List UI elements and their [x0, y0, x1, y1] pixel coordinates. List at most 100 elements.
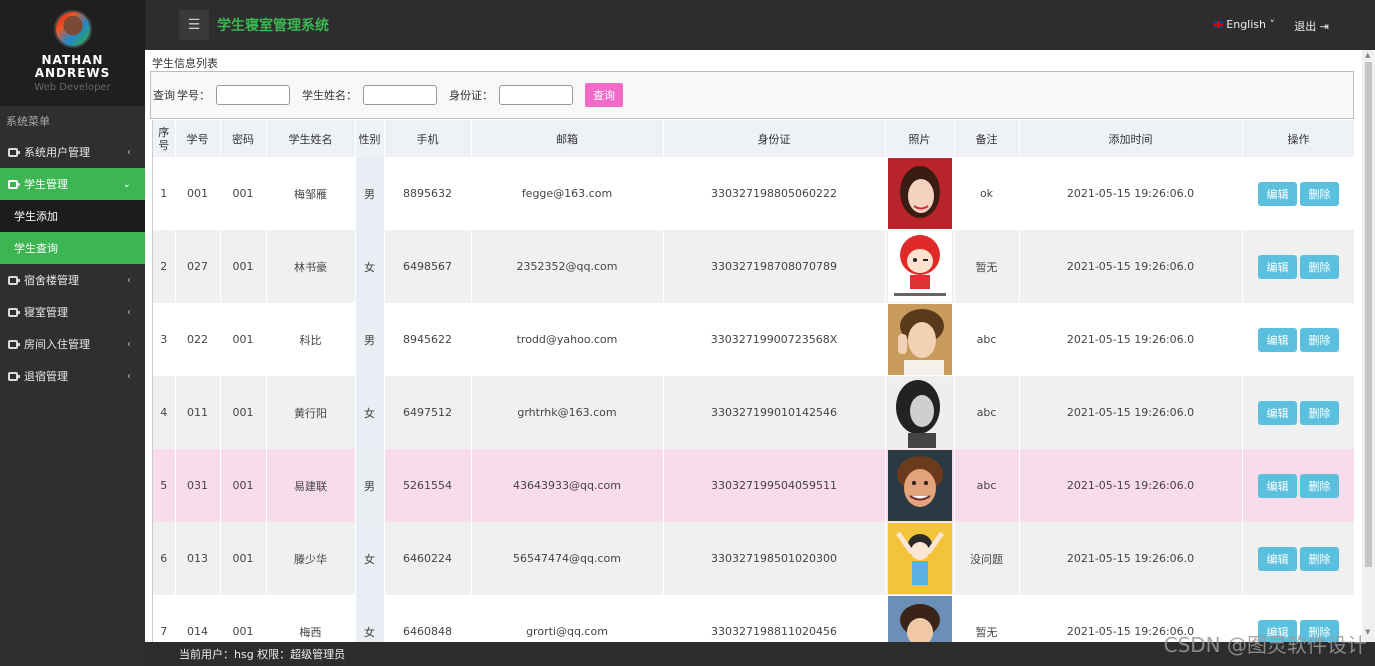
sidebar-item-label: 房间入住管理: [24, 338, 90, 351]
table-row[interactable]: 3 022 001 科比男 8945622 trodd@yahoo.com 33032719…: [153, 303, 1354, 376]
cell-gender: 女: [355, 522, 385, 595]
cell-gender: 女: [355, 376, 385, 449]
sidebar-subitem-label: 学生查询: [14, 242, 58, 255]
delete-button[interactable]: 删除: [1300, 546, 1339, 571]
cell-seq: 4: [153, 376, 176, 449]
cell-email: grorti@qq.com: [471, 595, 664, 642]
sidebar-item-building-management[interactable]: 宿舍楼管理 ‹: [0, 264, 145, 296]
cell-note: 没问题: [954, 522, 1020, 595]
id-card-input[interactable]: [499, 85, 573, 105]
delete-button[interactable]: 删除: [1300, 181, 1339, 206]
page-title: 学生信息列表: [152, 57, 218, 70]
column-header-email[interactable]: 邮箱: [471, 120, 664, 157]
cell-id-card: 330327199504059511: [663, 449, 886, 522]
profile-name-last: ANDREWS: [34, 66, 111, 80]
cell-phone: 8945622: [384, 303, 472, 376]
table-row[interactable]: 2 027 001 林书豪女 6498567 2352352@qq.com 33032719…: [153, 230, 1354, 303]
cell-email: trodd@yahoo.com: [471, 303, 664, 376]
logout-link[interactable]: 退出 ⇥: [1294, 18, 1329, 34]
column-header-student-id[interactable]: 学号: [175, 120, 221, 157]
search-button[interactable]: 查询: [585, 83, 623, 107]
student-name-label: 学生姓名：: [302, 89, 357, 102]
scrollbar-thumb[interactable]: [1365, 62, 1372, 567]
cell-name: 科比: [266, 303, 356, 376]
sidebar-item-checkout-management[interactable]: 退宿管理 ‹: [0, 360, 145, 392]
cell-added-time: 2021-05-15 19:26:06.0: [1019, 522, 1243, 595]
delete-button[interactable]: 删除: [1300, 400, 1339, 425]
cell-name: 林书豪: [266, 230, 356, 303]
student-table: 序号 学号 密码 学生姓名 性别 手机 邮箱 身份证 照片 备注 添加时间 操作…: [153, 120, 1354, 642]
column-header-actions[interactable]: 操作: [1242, 120, 1354, 157]
cell-phone: 6498567: [384, 230, 472, 303]
language-selector[interactable]: English ˅: [1213, 18, 1275, 31]
column-header-id-card[interactable]: 身份证: [663, 120, 886, 157]
cell-actions: 编辑 删除: [1242, 449, 1354, 522]
table-row[interactable]: 1 001 001 梅邹雁男 8895632 fegge@163.com 330327198…: [153, 157, 1354, 230]
window-icon: [8, 371, 20, 381]
edit-button[interactable]: 编辑: [1258, 327, 1297, 352]
chevron-left-icon: ‹: [127, 338, 131, 350]
table-row[interactable]: 4 011 001 黄行阳女 6497512 grhtrhk@163.com 3303271…: [153, 376, 1354, 449]
delete-button[interactable]: 删除: [1300, 327, 1339, 352]
column-header-photo[interactable]: 照片: [885, 120, 955, 157]
cell-password: 001: [220, 522, 267, 595]
table-header-row: 序号 学号 密码 学生姓名 性别 手机 邮箱 身份证 照片 备注 添加时间 操作: [153, 120, 1354, 157]
edit-button[interactable]: 编辑: [1258, 473, 1297, 498]
search-panel: 查询 学号： 学生姓名： 身份证： 查询: [150, 71, 1354, 119]
vertical-scrollbar[interactable]: ▲ ▼: [1362, 50, 1375, 642]
cell-seq: 1: [153, 157, 176, 230]
cell-added-time: 2021-05-15 19:26:06.0: [1019, 303, 1243, 376]
sidebar-item-checkin-management[interactable]: 房间入住管理 ‹: [0, 328, 145, 360]
column-header-name[interactable]: 学生姓名: [266, 120, 356, 157]
cell-password: 001: [220, 449, 267, 522]
sidebar-subitem-student-add[interactable]: 学生添加: [0, 200, 145, 232]
cell-added-time: 2021-05-15 19:26:06.0: [1019, 230, 1243, 303]
window-icon: [8, 179, 20, 189]
scroll-up-arrow-icon[interactable]: ▲: [1365, 51, 1370, 59]
student-photo: [887, 596, 952, 642]
delete-button[interactable]: 删除: [1300, 473, 1339, 498]
delete-button[interactable]: 删除: [1300, 254, 1339, 279]
student-id-input[interactable]: [216, 85, 290, 105]
cell-id-card: 330327199010142546: [663, 376, 886, 449]
cell-gender: 男: [355, 303, 385, 376]
cell-password: 001: [220, 595, 267, 642]
sidebar: NATHAN ANDREWS Web Developer 系统菜单 系统用户管理…: [0, 0, 145, 666]
window-icon: [8, 275, 20, 285]
table-row[interactable]: 6 013 001 滕少华女 6460224 56547474@qq.com 3303271…: [153, 522, 1354, 595]
student-photo: [887, 377, 952, 448]
cell-email: 2352352@qq.com: [471, 230, 664, 303]
sidebar-item-room-management[interactable]: 寝室管理 ‹: [0, 296, 145, 328]
student-name-input[interactable]: [363, 85, 437, 105]
table-row[interactable]: 5 031 001 易建联男 5261554 43643933@qq.com 3303271…: [153, 449, 1354, 522]
sidebar-item-label: 系统用户管理: [24, 146, 90, 159]
cell-note: ok: [954, 157, 1020, 230]
cell-password: 001: [220, 303, 267, 376]
avatar[interactable]: [53, 10, 92, 48]
main-content: 学生信息列表 查询 学号： 学生姓名： 身份证： 查询 序号 学号 密码 学生姓…: [145, 50, 1362, 642]
chevron-left-icon: ‹: [127, 146, 131, 158]
column-header-gender[interactable]: 性别: [355, 120, 385, 157]
edit-button[interactable]: 编辑: [1258, 181, 1297, 206]
sidebar-item-system-users[interactable]: 系统用户管理 ‹: [0, 136, 145, 168]
column-header-password[interactable]: 密码: [220, 120, 267, 157]
column-header-note[interactable]: 备注: [954, 120, 1020, 157]
column-header-seq[interactable]: 序号: [153, 120, 176, 157]
menu-toggle-icon[interactable]: ☰: [179, 10, 209, 40]
cell-seq: 3: [153, 303, 176, 376]
cell-added-time: 2021-05-15 19:26:06.0: [1019, 449, 1243, 522]
column-header-phone[interactable]: 手机: [384, 120, 472, 157]
sidebar-subitem-student-query[interactable]: 学生查询: [0, 232, 145, 264]
profile-name: NATHAN ANDREWS: [0, 54, 145, 80]
edit-button[interactable]: 编辑: [1258, 546, 1297, 571]
edit-button[interactable]: 编辑: [1258, 400, 1297, 425]
cell-email: grhtrhk@163.com: [471, 376, 664, 449]
edit-button[interactable]: 编辑: [1258, 254, 1297, 279]
cell-gender: 男: [355, 157, 385, 230]
cell-student-id: 027: [175, 230, 221, 303]
sidebar-item-student-management[interactable]: 学生管理 ⌄: [0, 168, 145, 200]
column-header-added-time[interactable]: 添加时间: [1019, 120, 1243, 157]
student-photo: [887, 523, 952, 594]
sidebar-item-label: 退宿管理: [24, 370, 68, 383]
cell-actions: 编辑 删除: [1242, 230, 1354, 303]
